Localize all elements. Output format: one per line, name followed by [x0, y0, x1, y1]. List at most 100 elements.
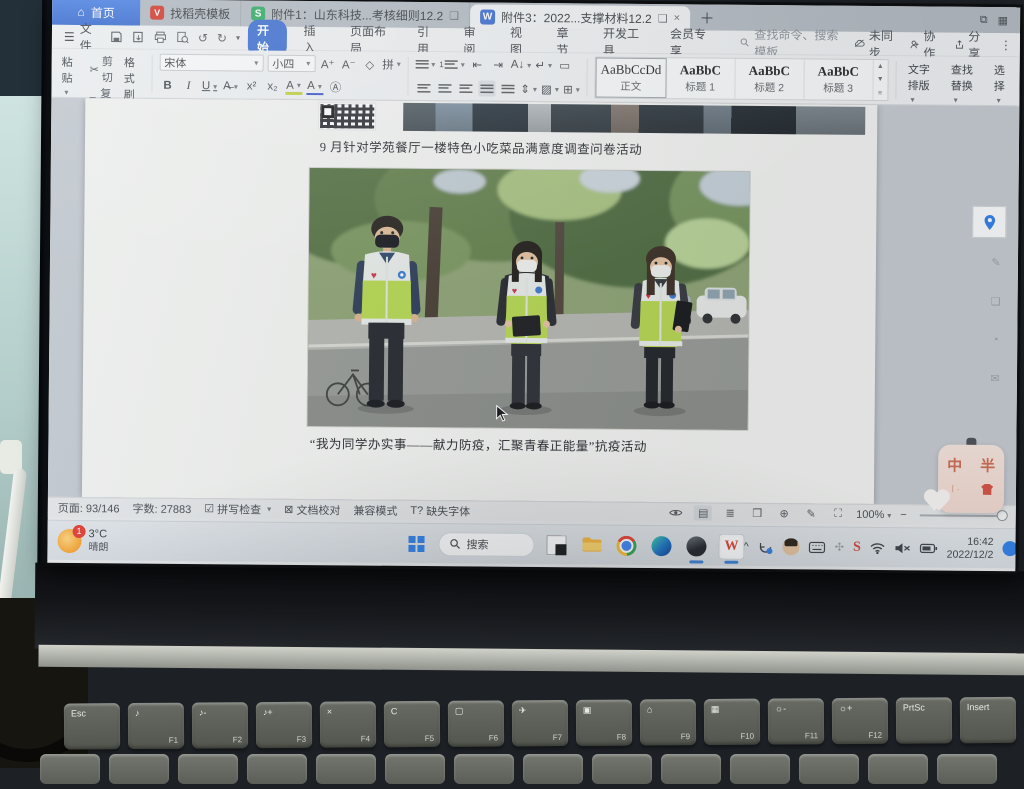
- distribute-button[interactable]: [499, 81, 516, 97]
- align-left-button[interactable]: [415, 80, 432, 96]
- ime-keyboard-icon[interactable]: [809, 541, 826, 553]
- clear-format-button[interactable]: ◇: [361, 56, 378, 72]
- ruler-button[interactable]: ▭: [556, 57, 573, 73]
- eye-protect-icon[interactable]: [667, 505, 685, 520]
- decrease-indent-button[interactable]: ⇤: [469, 56, 486, 72]
- wifi-icon[interactable]: [870, 541, 886, 553]
- faint-tray-icon[interactable]: ✣: [835, 541, 844, 554]
- taskbar-clock[interactable]: 16:42 2022/12/2: [947, 536, 994, 562]
- side-tool-dot[interactable]: ◔: [992, 334, 999, 346]
- undo-icon[interactable]: ↺: [198, 31, 208, 45]
- redo-icon[interactable]: ↻: [217, 31, 227, 45]
- increase-indent-button[interactable]: ⇥: [490, 57, 507, 73]
- wps-office-button[interactable]: W: [718, 533, 744, 559]
- pinyin-guide-button[interactable]: 拼: [382, 56, 401, 72]
- sort-button[interactable]: A↓: [511, 57, 532, 73]
- battery-icon[interactable]: [920, 543, 938, 553]
- spell-check-toggle[interactable]: ☑ 拼写检查: [204, 501, 271, 518]
- style-heading2[interactable]: AaBbC 标题 2: [735, 59, 804, 100]
- bullet-list-button[interactable]: [415, 56, 435, 72]
- missing-font-button[interactable]: T? 缺失字体: [410, 502, 470, 519]
- style-heading3[interactable]: AaBbC 标题 3: [804, 59, 873, 100]
- highlight-color-button[interactable]: A: [285, 79, 302, 95]
- font-name-combo[interactable]: 宋体: [159, 54, 263, 72]
- web-view-icon[interactable]: ⊕: [775, 506, 793, 521]
- customize-toolbar-icon[interactable]: ▾: [236, 33, 240, 42]
- save-icon[interactable]: [110, 30, 123, 43]
- comment-bubble-icon[interactable]: ❑: [658, 12, 668, 25]
- print-preview-icon[interactable]: [176, 31, 189, 44]
- outline-view-icon[interactable]: ≣: [721, 506, 739, 521]
- qr-code-image[interactable]: [318, 102, 376, 131]
- style-normal[interactable]: AaBbCcDd 正文: [595, 58, 666, 99]
- edge-button[interactable]: [648, 533, 674, 559]
- page-view-icon[interactable]: ▤: [694, 505, 712, 520]
- style-heading1[interactable]: AaBbC 标题 1: [666, 58, 735, 99]
- cut-button[interactable]: ✂剪切: [89, 53, 112, 85]
- align-center-button[interactable]: [436, 80, 453, 96]
- activity-photo-strip[interactable]: [403, 103, 865, 135]
- italic-button[interactable]: I: [180, 78, 197, 94]
- text-layout-button[interactable]: 文字排版: [903, 59, 939, 101]
- sync-tray-icon[interactable]: [758, 539, 774, 553]
- sogou-ime-icon[interactable]: S: [853, 539, 861, 555]
- bold-button[interactable]: B: [159, 78, 176, 94]
- compatibility-mode-label[interactable]: 兼容模式: [353, 502, 397, 518]
- tab-pin-icon[interactable]: ❏: [449, 9, 459, 22]
- side-tool-dot[interactable]: ❏: [991, 295, 1001, 308]
- key-f3: ♪+F3: [256, 702, 312, 748]
- font-color-button[interactable]: A: [306, 79, 323, 95]
- strikethrough-button[interactable]: A̶: [222, 78, 239, 94]
- font-size-combo[interactable]: 小四: [267, 55, 315, 72]
- underline-button[interactable]: U: [201, 78, 218, 94]
- tab-docer[interactable]: V 找稻壳模板: [140, 0, 241, 26]
- grow-font-button[interactable]: A⁺: [319, 56, 336, 72]
- snipping-app-button[interactable]: [543, 532, 569, 558]
- document-locate-button[interactable]: [972, 206, 1006, 238]
- promo-float-widget[interactable]: 中 半 丨·: [938, 445, 1005, 514]
- word-count[interactable]: 字数: 27883: [133, 500, 192, 517]
- select-button[interactable]: 选择: [989, 60, 1014, 102]
- shading-button[interactable]: ▨: [541, 81, 559, 97]
- find-replace-button[interactable]: 查找替换: [946, 60, 982, 102]
- justify-button[interactable]: [478, 81, 495, 97]
- start-button[interactable]: [403, 530, 429, 556]
- taskbar-search-box[interactable]: 搜索: [438, 532, 534, 557]
- zoom-level[interactable]: 100%: [856, 508, 891, 520]
- taskbar-weather-widget[interactable]: 1 3°C 晴朗: [57, 528, 108, 554]
- zoom-out-icon[interactable]: −: [900, 509, 907, 521]
- apps-grid-icon[interactable]: ▦: [998, 14, 1009, 27]
- document-proofing-button[interactable]: ⊠ 文档校对: [284, 501, 340, 517]
- styles-gallery-scroll[interactable]: ▲▼≡: [873, 60, 887, 100]
- print-icon[interactable]: [154, 31, 167, 44]
- read-mode-icon[interactable]: ❒: [748, 506, 766, 521]
- export-icon[interactable]: [132, 30, 145, 43]
- side-tool-dot[interactable]: ✎: [991, 256, 1000, 269]
- zoom-slider-knob[interactable]: [997, 510, 1008, 521]
- fullscreen-icon[interactable]: ⛶: [829, 507, 847, 522]
- messenger-avatar-icon[interactable]: [783, 538, 800, 555]
- character-border-button[interactable]: Ⓐ: [327, 79, 344, 95]
- align-right-button[interactable]: [457, 80, 474, 96]
- ink-pen-icon[interactable]: ✎: [802, 506, 820, 521]
- chrome-button[interactable]: [613, 532, 639, 558]
- line-spacing-button[interactable]: ⇕: [520, 81, 537, 97]
- volunteers-photo[interactable]: ♥: [308, 168, 750, 430]
- superscript-button[interactable]: x²: [243, 78, 260, 94]
- more-menu-icon[interactable]: ⋮: [1000, 38, 1012, 52]
- format-painter-button[interactable]: 格式刷: [120, 52, 145, 94]
- borders-button[interactable]: ⊞: [563, 81, 580, 97]
- document-page[interactable]: 9 月针对学苑餐厅一楼特色小吃菜品满意度调查问卷活动: [82, 98, 877, 504]
- notification-badge[interactable]: [1002, 541, 1017, 556]
- file-explorer-button[interactable]: [578, 532, 604, 558]
- show-marks-button[interactable]: ↵: [535, 57, 552, 73]
- subscript-button[interactable]: x₂: [264, 79, 281, 95]
- paste-button[interactable]: 粘贴: [57, 52, 82, 94]
- volume-muted-icon[interactable]: [895, 542, 911, 554]
- zoom-slider[interactable]: [920, 514, 1006, 517]
- side-tool-dot[interactable]: ✉: [990, 372, 999, 385]
- photos-app-button[interactable]: [683, 533, 709, 559]
- number-list-button[interactable]: 1: [439, 56, 465, 72]
- shrink-font-button[interactable]: A⁻: [340, 56, 357, 72]
- layout-grid-icon[interactable]: ⧉: [980, 13, 988, 26]
